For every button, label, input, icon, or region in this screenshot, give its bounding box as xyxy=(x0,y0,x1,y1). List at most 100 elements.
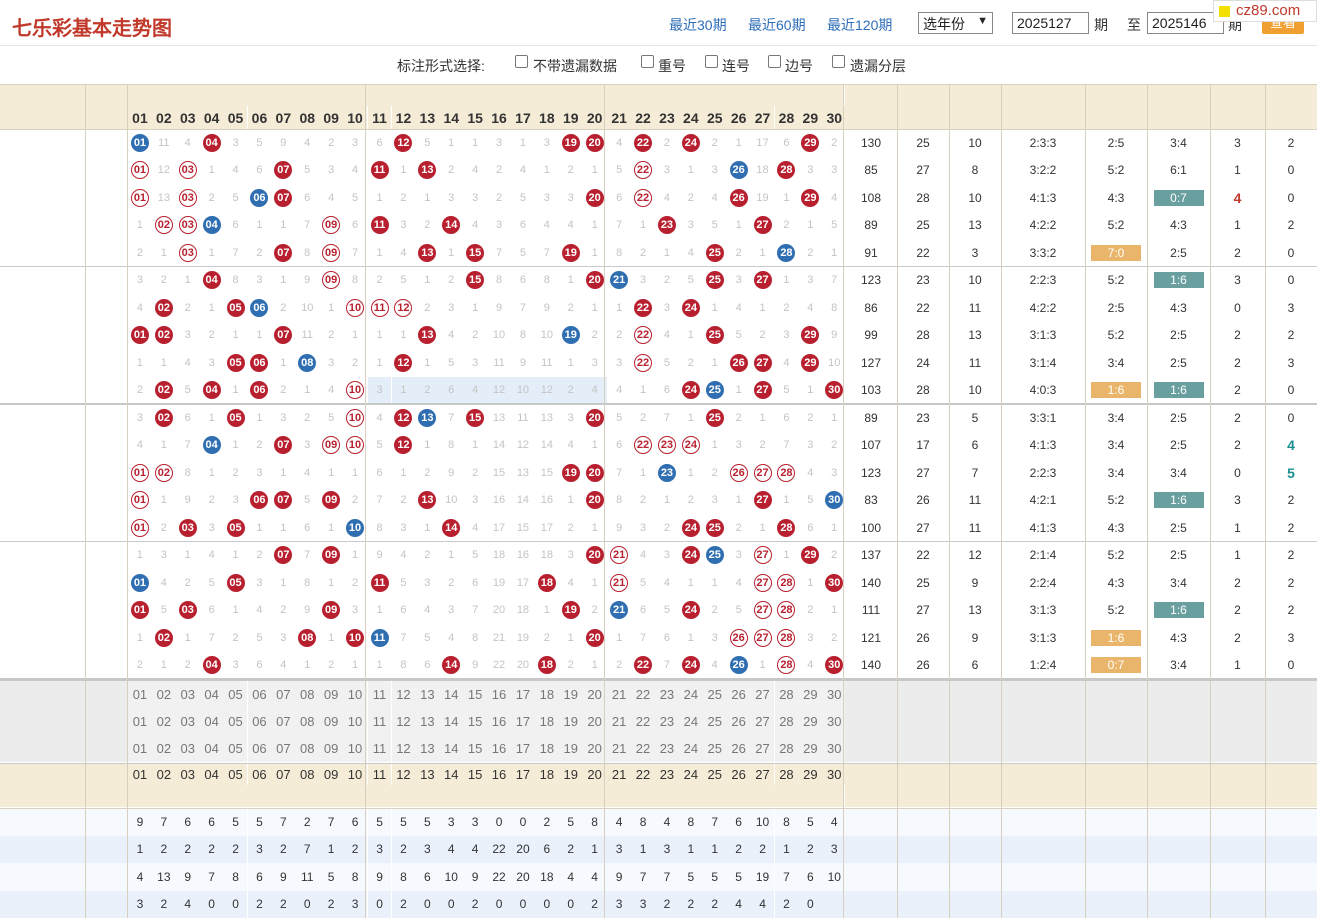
preselect-number[interactable]: 02 xyxy=(151,681,176,708)
preselect-number[interactable]: 17 xyxy=(511,681,535,708)
preselect-number[interactable]: 14 xyxy=(439,735,464,762)
stat-sum: 111 xyxy=(845,597,897,625)
preselect-number[interactable]: 11 xyxy=(367,681,392,708)
preselect-number[interactable]: 19 xyxy=(558,681,583,708)
number-cell: 3 xyxy=(463,184,487,212)
preselect-number[interactable]: 16 xyxy=(487,735,511,762)
preselect-number[interactable]: 15 xyxy=(463,735,488,762)
preselect-number[interactable]: 01 xyxy=(128,735,152,762)
preselect-number[interactable]: 23 xyxy=(655,681,679,708)
preselect-number[interactable]: 01 xyxy=(128,681,152,708)
preselect-number[interactable]: 28 xyxy=(774,735,799,762)
preselect-number[interactable]: 24 xyxy=(678,708,703,735)
preselect-number[interactable]: 09 xyxy=(319,735,344,762)
preselect-number[interactable]: 10 xyxy=(343,708,367,735)
preselect-number[interactable]: 20 xyxy=(582,681,607,708)
preselect-number[interactable]: 27 xyxy=(750,735,775,762)
preselect-number[interactable]: 17 xyxy=(511,708,535,735)
stat-sum-value: 111 xyxy=(861,603,881,618)
stat-sum-value: 83 xyxy=(864,493,878,508)
preselect-number[interactable]: 29 xyxy=(798,735,823,762)
drawn-ball: 02 xyxy=(154,463,173,482)
number-header-19: 19 xyxy=(558,106,583,129)
miss-count: 7 xyxy=(543,246,550,259)
preselect-number[interactable]: 17 xyxy=(511,735,535,762)
preselect-number[interactable]: 06 xyxy=(247,681,272,708)
preselect-number[interactable]: 12 xyxy=(391,681,416,708)
preselect-number[interactable]: 08 xyxy=(295,735,320,762)
preselect-number[interactable]: 29 xyxy=(798,681,823,708)
preselect-number[interactable]: 04 xyxy=(199,708,224,735)
preselect-number[interactable]: 06 xyxy=(247,735,272,762)
preselect-number[interactable]: 04 xyxy=(199,681,224,708)
preselect-number[interactable]: 04 xyxy=(199,735,224,762)
preselect-number[interactable]: 22 xyxy=(631,735,655,762)
preselect-number[interactable]: 26 xyxy=(726,681,751,708)
preselect-number[interactable]: 24 xyxy=(678,735,703,762)
preselect-number[interactable]: 11 xyxy=(367,735,392,762)
preselect-number[interactable]: 20 xyxy=(582,735,607,762)
preselect-number[interactable]: 21 xyxy=(607,681,632,708)
preselect-number[interactable]: 10 xyxy=(343,681,367,708)
preselect-number[interactable]: 29 xyxy=(798,708,823,735)
preselect-number[interactable]: 21 xyxy=(607,735,632,762)
preselect-number[interactable]: 07 xyxy=(271,681,296,708)
preselect-number[interactable]: 13 xyxy=(415,735,440,762)
preselect-number[interactable]: 02 xyxy=(151,735,176,762)
preselect-number[interactable]: 23 xyxy=(655,708,679,735)
number-cell: 1 xyxy=(391,376,416,404)
number-cell: 2 xyxy=(558,376,583,404)
miss-count: 9 xyxy=(184,494,191,507)
preselect-number[interactable]: 12 xyxy=(391,735,416,762)
preselect-number[interactable]: 16 xyxy=(487,681,511,708)
preselect-number[interactable]: 05 xyxy=(223,735,248,762)
preselect-number[interactable]: 07 xyxy=(271,708,296,735)
preselect-number[interactable]: 27 xyxy=(750,681,775,708)
preselect-number[interactable]: 14 xyxy=(439,681,464,708)
preselect-number[interactable]: 01 xyxy=(128,708,152,735)
preselect-number[interactable]: 15 xyxy=(463,708,488,735)
preselect-number[interactable]: 25 xyxy=(702,708,727,735)
preselect-number[interactable]: 06 xyxy=(247,708,272,735)
preselect-number[interactable]: 08 xyxy=(295,681,320,708)
preselect-number[interactable]: 18 xyxy=(534,735,559,762)
preselect-number[interactable]: 28 xyxy=(774,708,799,735)
preselect-number[interactable]: 12 xyxy=(391,708,416,735)
preselect-number[interactable]: 05 xyxy=(223,681,248,708)
preselect-number[interactable]: 26 xyxy=(726,735,751,762)
preselect-number[interactable]: 09 xyxy=(319,708,344,735)
preselect-number[interactable]: 05 xyxy=(223,708,248,735)
preselect-number[interactable]: 23 xyxy=(655,735,679,762)
preselect-number[interactable]: 08 xyxy=(295,708,320,735)
preselect-number[interactable]: 22 xyxy=(631,708,655,735)
preselect-number[interactable]: 18 xyxy=(534,708,559,735)
preselect-number[interactable]: 13 xyxy=(415,681,440,708)
preselect-number[interactable]: 14 xyxy=(439,708,464,735)
preselect-number[interactable]: 24 xyxy=(678,681,703,708)
preselect-number[interactable]: 27 xyxy=(750,708,775,735)
preselect-number[interactable]: 07 xyxy=(271,735,296,762)
preselect-number[interactable]: 18 xyxy=(534,681,559,708)
preselect-number[interactable]: 13 xyxy=(415,708,440,735)
preselect-number[interactable]: 25 xyxy=(702,735,727,762)
preselect-number[interactable]: 09 xyxy=(319,681,344,708)
preselect-number[interactable]: 20 xyxy=(582,708,607,735)
preselect-number[interactable]: 16 xyxy=(487,708,511,735)
preselect-number[interactable]: 10 xyxy=(343,735,367,762)
issue-header[interactable] xyxy=(0,84,85,129)
preselect-number[interactable]: 11 xyxy=(367,708,392,735)
number-cell: 6 xyxy=(775,129,799,157)
preselect-number[interactable]: 28 xyxy=(774,681,799,708)
preselect-number[interactable]: 22 xyxy=(631,681,655,708)
preselect-number[interactable]: 15 xyxy=(463,681,488,708)
preselect-number[interactable]: 21 xyxy=(607,708,632,735)
preselect-number[interactable]: 03 xyxy=(175,708,200,735)
preselect-number[interactable]: 25 xyxy=(702,681,727,708)
preselect-number[interactable]: 02 xyxy=(151,708,176,735)
issue-header-bottom[interactable] xyxy=(0,764,85,807)
preselect-number[interactable]: 03 xyxy=(175,681,200,708)
preselect-number[interactable]: 03 xyxy=(175,735,200,762)
preselect-number[interactable]: 19 xyxy=(558,735,583,762)
preselect-number[interactable]: 19 xyxy=(558,708,583,735)
preselect-number[interactable]: 26 xyxy=(726,708,751,735)
